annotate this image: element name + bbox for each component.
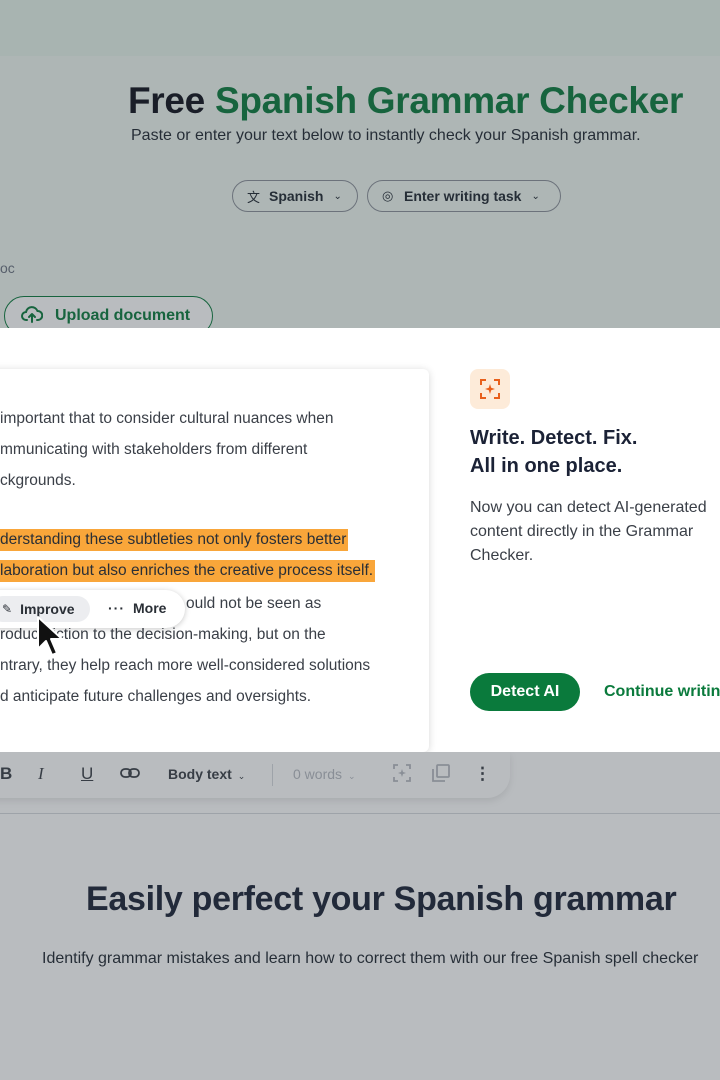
preview-line: d anticipate future challenges and overs… bbox=[0, 688, 312, 705]
suggestion-toolbar: ✎ Improve ··· More bbox=[0, 590, 185, 628]
more-button[interactable]: ··· More bbox=[108, 600, 166, 616]
magic-wand-icon: ✎ bbox=[2, 602, 13, 616]
ellipsis-icon: ··· bbox=[108, 600, 125, 616]
more-label: More bbox=[133, 600, 167, 616]
mouse-cursor-icon bbox=[37, 616, 63, 656]
editor-preview: important that to consider cultural nuan… bbox=[0, 369, 429, 752]
highlighted-text: laboration but also enriches the creativ… bbox=[0, 560, 376, 582]
preview-line: ckgrounds. bbox=[0, 472, 76, 489]
continue-writing-link[interactable]: Continue writing bbox=[604, 683, 720, 701]
feature-modal: important that to consider cultural nuan… bbox=[0, 328, 720, 752]
preview-line: important that to consider cultural nuan… bbox=[0, 410, 334, 427]
modal-title: Write. Detect. Fix. All in one place. bbox=[470, 424, 637, 480]
highlighted-text: derstanding these subtleties not only fo… bbox=[0, 529, 349, 551]
ai-detect-feature-icon bbox=[470, 369, 510, 409]
preview-line: ould not be seen as bbox=[186, 595, 322, 612]
modal-description: Now you can detect AI-generated content … bbox=[470, 499, 707, 564]
preview-line: mmunicating with stakeholders from diffe… bbox=[0, 441, 308, 458]
detect-ai-button[interactable]: Detect AI bbox=[470, 673, 580, 711]
modal-title-line1: Write. Detect. Fix. bbox=[470, 427, 638, 449]
modal-title-line2: All in one place. bbox=[470, 455, 623, 477]
